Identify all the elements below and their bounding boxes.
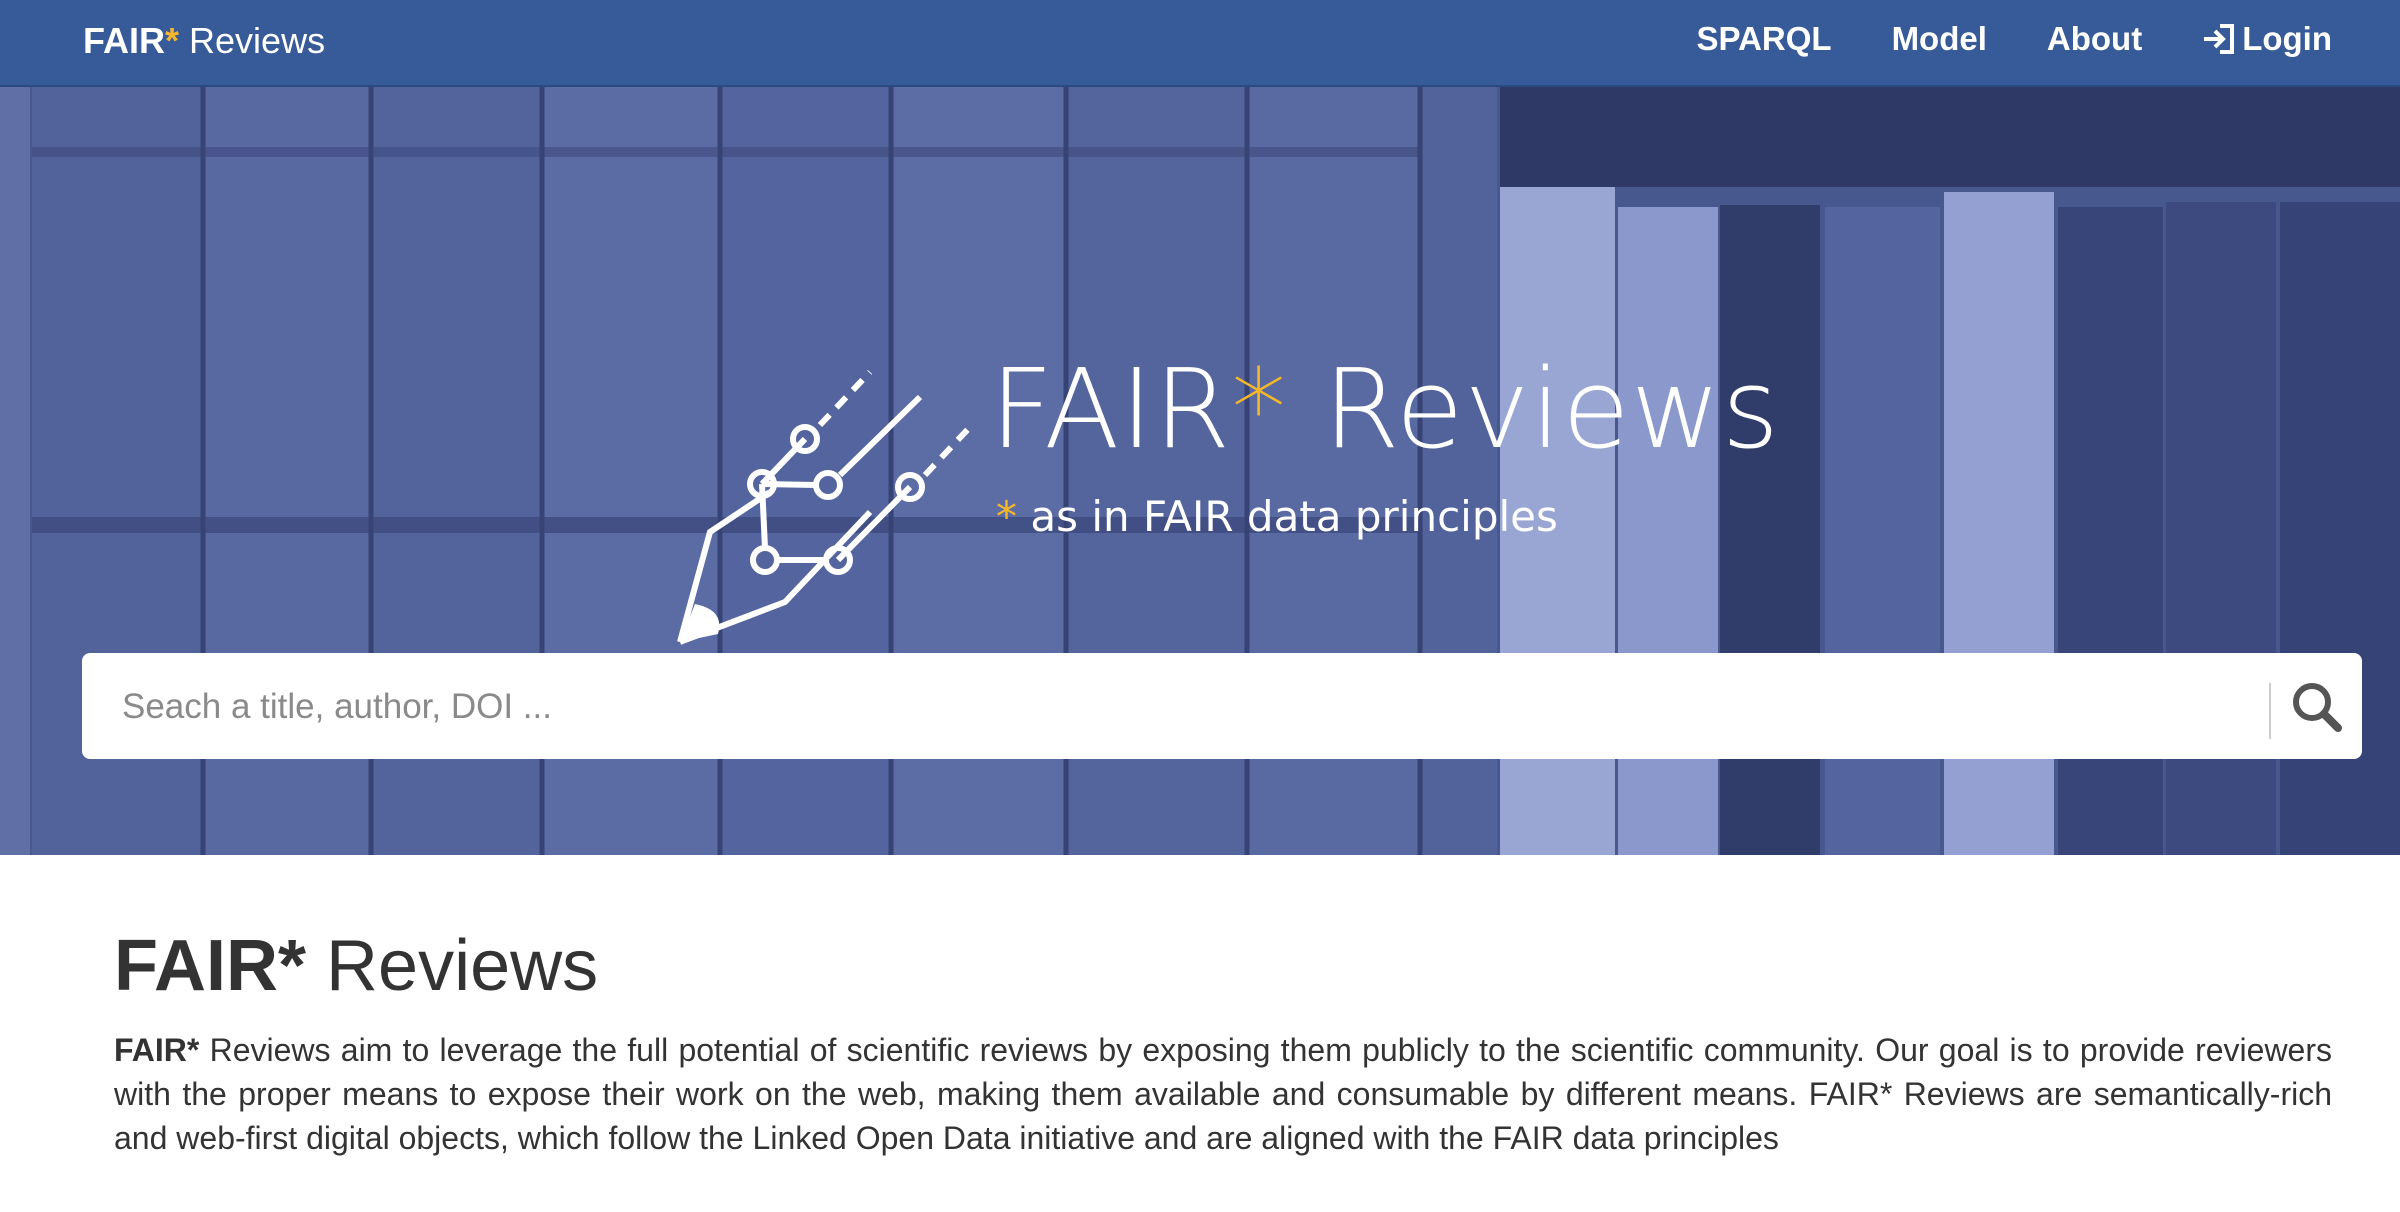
hero-title: FAIR* Reviews <box>990 345 1780 473</box>
page-title: FAIR* Reviews <box>114 925 598 1007</box>
search-icon[interactable] <box>2282 675 2352 737</box>
nav-model-link[interactable]: Model <box>1892 20 1987 58</box>
hero-title-main: FAIR <box>990 345 1232 473</box>
nav-links: SPARQL Model About Login <box>1637 20 2333 58</box>
pen-network-logo <box>677 369 973 645</box>
brand-star: * <box>165 20 180 61</box>
hero-title-rest: Reviews <box>1287 345 1781 473</box>
nav-about-link[interactable]: About <box>2047 20 2142 58</box>
intro-paragraph: FAIR* Reviews aim to leverage the full p… <box>114 1028 2332 1160</box>
brand-rest: Reviews <box>179 20 326 61</box>
hero-title-star: * <box>1231 345 1288 473</box>
search-bar <box>82 653 2362 761</box>
intro-bold: FAIR* <box>114 1032 200 1068</box>
search-input[interactable] <box>120 653 2224 761</box>
brand-bold: FAIR <box>83 20 166 61</box>
nav-login-link[interactable]: Login <box>2202 20 2332 58</box>
top-navbar: FAIR* Reviews SPARQL Model About Login <box>0 0 2400 87</box>
hero-banner: FAIR* Reviews * as in FAIR data principl… <box>0 87 2400 855</box>
search-divider <box>2269 683 2271 739</box>
hero-subtitle-star: * <box>996 492 1017 541</box>
page-title-bold: FAIR* <box>114 926 307 1006</box>
brand-logo-link[interactable]: FAIR* Reviews <box>83 20 325 62</box>
page-title-rest: Reviews <box>306 926 599 1006</box>
nav-sparql-link[interactable]: SPARQL <box>1697 20 1832 58</box>
hero-subtitle-text: as in FAIR data principles <box>1017 492 1558 541</box>
intro-text: Reviews aim to leverage the full potenti… <box>114 1032 2332 1156</box>
hero-subtitle: * as in FAIR data principles <box>996 492 1558 541</box>
login-icon <box>2204 24 2235 54</box>
login-label: Login <box>2242 20 2332 57</box>
